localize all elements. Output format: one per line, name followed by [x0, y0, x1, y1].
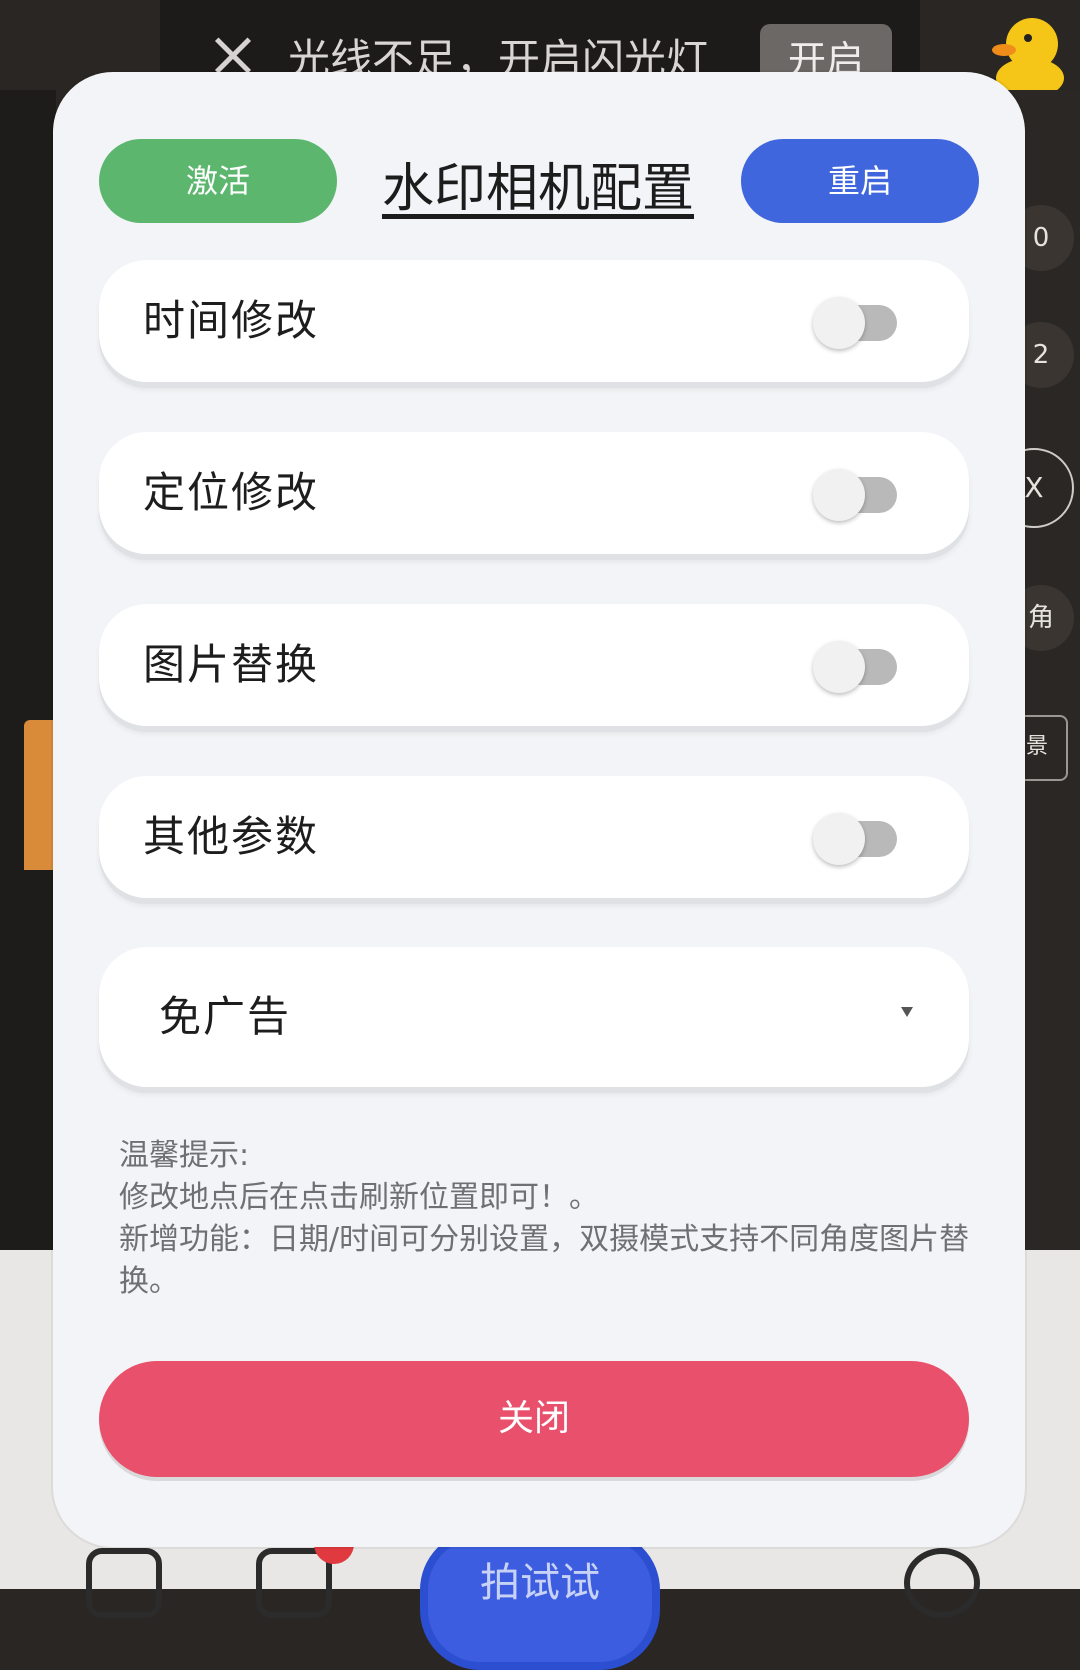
config-dialog: 激活 水印相机配置 重启 时间修改 定位修改 图片替换 其他参数 免广告 温馨提… [53, 72, 1025, 1547]
gallery-icon[interactable] [86, 1548, 162, 1618]
toggle-knob [813, 641, 865, 693]
other-params-toggle[interactable] [813, 813, 897, 865]
option-image-replace: 图片替换 [99, 604, 969, 726]
dialog-title: 水印相机配置 [381, 159, 694, 219]
dropdown-arrow-icon [901, 1007, 913, 1017]
option-label: 其他参数 [143, 812, 320, 861]
option-label: 定位修改 [143, 468, 320, 517]
toggle-knob [813, 813, 865, 865]
tips-line-1: 修改地点后在点击刷新位置即可！。 [119, 1180, 599, 1215]
shutter-button[interactable]: 拍试试 [420, 1530, 660, 1670]
time-modify-toggle[interactable] [813, 297, 897, 349]
image-replace-toggle[interactable] [813, 641, 897, 693]
tips-line-2: 新增功能：日期/时间可分别设置，双摄模式支持不同角度图片替换。 [119, 1222, 970, 1299]
option-location-modify: 定位修改 [99, 432, 969, 554]
toggle-knob [813, 469, 865, 521]
activate-button[interactable]: 激活 [99, 139, 337, 223]
option-label: 时间修改 [143, 296, 320, 345]
no-flash-icon[interactable] [904, 1548, 980, 1618]
option-other-params: 其他参数 [99, 776, 969, 898]
select-value: 免广告 [159, 992, 292, 1041]
location-modify-toggle[interactable] [813, 469, 897, 521]
option-label: 图片替换 [143, 640, 320, 689]
tips-text: 温馨提示: 修改地点后在点击刷新位置即可！。 新增功能：日期/时间可分别设置，双… [119, 1135, 979, 1303]
close-button[interactable]: 关闭 [99, 1361, 969, 1477]
option-time-modify: 时间修改 [99, 260, 969, 382]
ad-mode-select[interactable]: 免广告 [99, 947, 969, 1087]
restart-button[interactable]: 重启 [741, 139, 979, 223]
left-preview-strip [0, 90, 56, 1250]
tips-heading: 温馨提示: [119, 1138, 250, 1173]
toggle-knob [813, 297, 865, 349]
